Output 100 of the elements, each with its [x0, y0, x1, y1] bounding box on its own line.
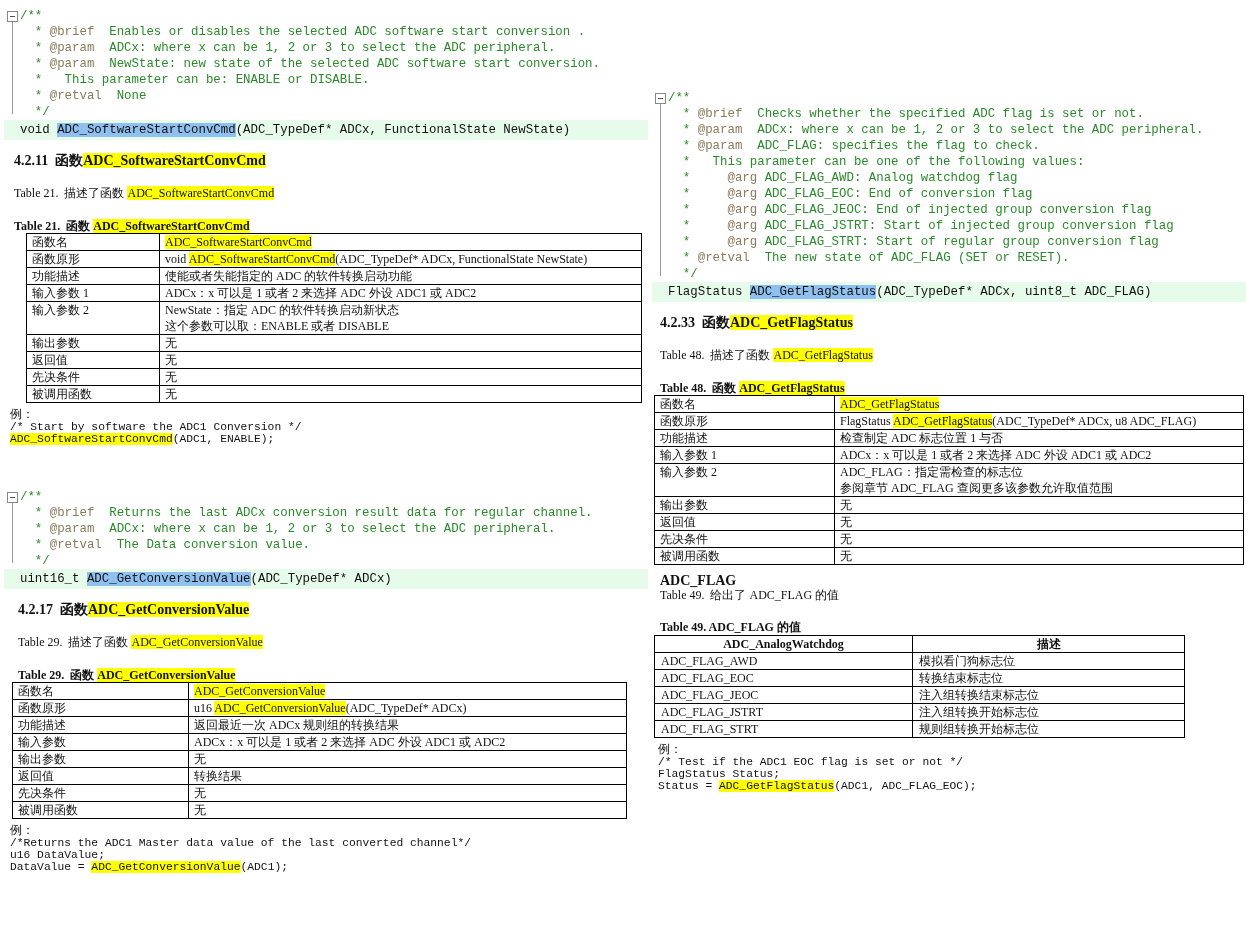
- table-cell: ADCx：x 可以是 1 或者 2 来选择 ADC 外设 ADC1 或 ADC2: [159, 284, 642, 302]
- table-reference: Table 49. 给出了 ADC_FLAG 的值: [660, 588, 841, 603]
- example-code-line: /*Returns the ADC1 Master data value of the last converted channel*/: [10, 837, 472, 849]
- fold-toggle-icon[interactable]: [6, 11, 18, 22]
- table-cell: 输入参数 2: [26, 301, 160, 335]
- table-cell: 使能或者失能指定的 ADC 的软件转换启动功能: [159, 267, 642, 285]
- code-comment-line: /**: [20, 489, 44, 505]
- table-cell: 先决条件: [12, 784, 189, 802]
- table-cell: 无: [159, 368, 642, 386]
- table-cell: 无: [159, 385, 642, 403]
- table-cell: 函数原形: [654, 412, 835, 430]
- code-comment-line: * This parameter can be: ENABLE or DISABLE.: [33, 72, 371, 88]
- example-code-line: FlagStatus Status;: [658, 768, 782, 780]
- table-cell: 输入参数: [12, 733, 189, 751]
- table-cell: 函数原形: [26, 250, 160, 268]
- table-cell: 返回值: [12, 767, 189, 785]
- table-cell: 无: [834, 530, 1244, 548]
- table-cell: 注入组转换结束标志位: [912, 686, 1185, 704]
- table-cell: ADC_SoftwareStartConvCmd: [159, 233, 642, 251]
- table-cell: NewState：指定 ADC 的软件转换启动新状态 这个参数可以取：ENABLE 或者 DISABLE: [159, 301, 642, 335]
- example-code-line: /* Start by software the ADC1 Conversion */: [10, 421, 303, 433]
- section-heading: 4.2.33 函数ADC_GetFlagStatus: [660, 316, 854, 330]
- table-cell: 无: [834, 496, 1244, 514]
- code-comment-line: * @arg ADC_FLAG_EOC: End of conversion flag: [681, 186, 1034, 202]
- code-comment-line: * @param ADC_FLAG: specifies the flag to check.: [681, 138, 1041, 154]
- table-cell: ADC_FLAG_JSTRT: [654, 703, 913, 721]
- code-comment-line: * @retval The Data conversion value.: [33, 537, 311, 553]
- code-comment-line: * @param ADCx: where x can be 1, 2 or 3 to select the ADC peripheral.: [681, 122, 1204, 138]
- column-header: ADC_AnalogWatchdog: [654, 635, 913, 653]
- table-cell: 输出参数: [654, 496, 835, 514]
- table-caption: Table 49. ADC_FLAG 的值: [660, 620, 802, 635]
- table-cell: 模拟看门狗标志位: [912, 652, 1185, 670]
- table-reference: Table 48. 描述了函数 ADC_GetFlagStatus: [660, 348, 874, 362]
- code-comment-line: * @brief Checks whether the specified ADC flag is set or not.: [681, 106, 1145, 122]
- table-cell: 转换结果: [188, 767, 627, 785]
- code-comment-line: * @param NewState: new state of the selected ADC software start conversion.: [33, 56, 600, 72]
- table-caption: Table 21. 函数 ADC_SoftwareStartConvCmd: [14, 219, 251, 233]
- table-cell: 无: [188, 784, 627, 802]
- table-cell: ADC_FLAG：指定需检查的标志位 参阅章节 ADC_FLAG 查阅更多该参数允许取值范围: [834, 463, 1244, 497]
- table-cell: 函数原形: [12, 699, 189, 717]
- section-title: ADC_FLAG: [660, 573, 738, 588]
- table-cell: 无: [834, 513, 1244, 531]
- fold-toggle-icon[interactable]: [6, 492, 18, 503]
- section-heading: 4.2.17 函数ADC_GetConversionValue: [18, 603, 251, 617]
- code-comment-line: */: [33, 104, 51, 120]
- code-comment-line: * @arg ADC_FLAG_JEOC: End of injected group conversion flag: [681, 202, 1153, 218]
- table-cell: ADC_FLAG_STRT: [654, 720, 913, 738]
- code-comment-line: * @arg ADC_FLAG_AWD: Analog watchdog flag: [681, 170, 1019, 186]
- code-comment-line: /**: [20, 8, 44, 24]
- fold-toggle-icon[interactable]: [654, 93, 666, 104]
- code-comment-line: * @arg ADC_FLAG_JSTRT: Start of injected group conversion flag: [681, 218, 1175, 234]
- table-cell: 无: [188, 750, 627, 768]
- table-cell: u16 ADC_GetConversionValue(ADC_TypeDef* ADCx): [188, 699, 627, 717]
- table-cell: ADC_GetConversionValue: [188, 682, 627, 700]
- table-cell: 先决条件: [654, 530, 835, 548]
- table-cell: 功能描述: [12, 716, 189, 734]
- table-cell: ADC_FLAG_AWD: [654, 652, 913, 670]
- table-cell: 返回值: [26, 351, 160, 369]
- code-comment-line: * @arg ADC_FLAG_STRT: Start of regular group conversion flag: [681, 234, 1160, 250]
- example-code-line: u16 DataValue;: [10, 849, 106, 861]
- table-cell: 输入参数 1: [26, 284, 160, 302]
- table-cell: 被调用函数: [654, 547, 835, 565]
- example-label: 例：: [10, 823, 35, 837]
- code-comment-line: * @brief Returns the last ADCx conversion result data for regular channel.: [33, 505, 593, 521]
- table-reference: Table 21. 描述了函数 ADC_SoftwareStartConvCmd: [14, 186, 276, 200]
- code-comment-line: */: [33, 553, 51, 569]
- table-cell: 函数名: [654, 395, 835, 413]
- table-cell: ADC_FLAG_EOC: [654, 669, 913, 687]
- code-comment-line: */: [681, 266, 699, 282]
- table-cell: 转换结束标志位: [912, 669, 1185, 687]
- table-reference: Table 29. 描述了函数 ADC_GetConversionValue: [18, 635, 264, 649]
- table-cell: ADC_GetFlagStatus: [834, 395, 1244, 413]
- table-cell: 函数名: [26, 233, 160, 251]
- table-cell: 被调用函数: [12, 801, 189, 819]
- code-comment-line: * @brief Enables or disables the selected ADC software start conversion .: [33, 24, 587, 40]
- code-comment-line: * @retval The new state of ADC_FLAG (SET or RESET).: [681, 250, 1071, 266]
- column-header: 描述: [912, 635, 1185, 653]
- table-cell: ADCx：x 可以是 1 或者 2 来选择 ADC 外设 ADC1 或 ADC2: [834, 446, 1244, 464]
- table-cell: 无: [159, 334, 642, 352]
- table-cell: 返回最近一次 ADCx 规则组的转换结果: [188, 716, 627, 734]
- table-cell: 输出参数: [12, 750, 189, 768]
- code-comment-line: /**: [668, 90, 692, 106]
- table-cell: ADC_FLAG_JEOC: [654, 686, 913, 704]
- code-comment-line: * @param ADCx: where x can be 1, 2 or 3 to select the ADC peripheral.: [33, 40, 557, 56]
- table-cell: 规则组转换开始标志位: [912, 720, 1185, 738]
- table-caption: Table 48. 函数 ADC_GetFlagStatus: [660, 381, 846, 395]
- example-code-line: /* Test if the ADC1 EOC flag is set or not */: [658, 756, 965, 768]
- code-comment-line: * @retval None: [33, 88, 148, 104]
- example-code-line: DataValue = ADC_GetConversionValue(ADC1);: [10, 861, 289, 873]
- table-cell: 功能描述: [654, 429, 835, 447]
- table-cell: 输出参数: [26, 334, 160, 352]
- table-cell: 函数名: [12, 682, 189, 700]
- table-cell: 返回值: [654, 513, 835, 531]
- table-cell: 被调用函数: [26, 385, 160, 403]
- table-cell: 输入参数 2: [654, 463, 835, 497]
- code-comment-line: * @param ADCx: where x can be 1, 2 or 3 to select the ADC peripheral.: [33, 521, 557, 537]
- example-code-line: Status = ADC_GetFlagStatus(ADC1, ADC_FLAG_EOC);: [658, 780, 978, 792]
- code-comment-line: * This parameter can be one of the following values:: [681, 154, 1086, 170]
- table-cell: 输入参数 1: [654, 446, 835, 464]
- table-cell: 功能描述: [26, 267, 160, 285]
